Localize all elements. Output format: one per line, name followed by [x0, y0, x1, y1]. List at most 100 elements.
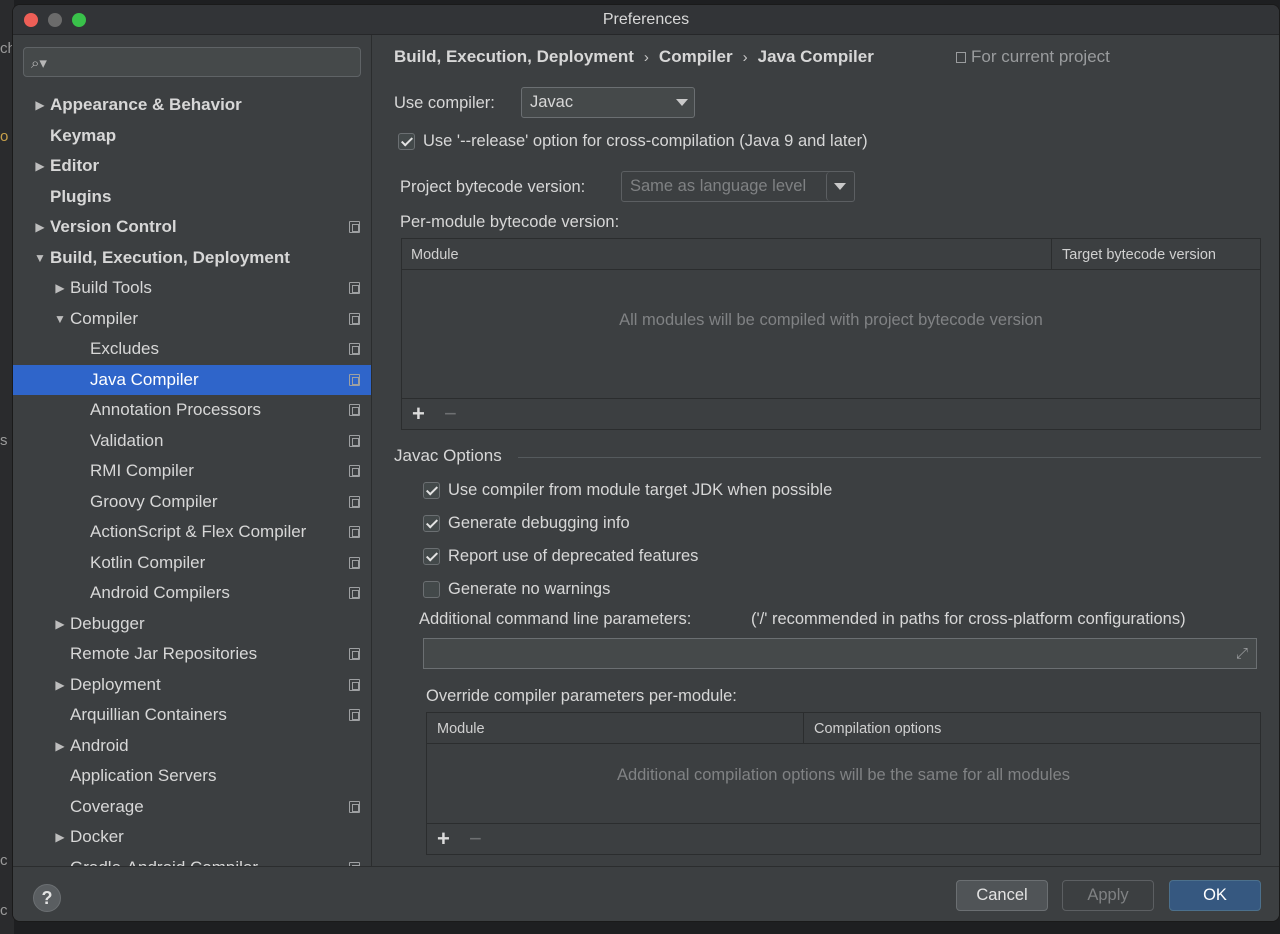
sidebar-item-label: Arquillian Containers [70, 705, 227, 724]
sidebar-item[interactable]: Kotlin Compiler [13, 548, 371, 579]
sidebar-item[interactable]: RMI Compiler [13, 456, 371, 487]
sidebar-item[interactable]: Remote Jar Repositories [13, 639, 371, 670]
sidebar-item[interactable]: ▼ Build, Execution, Deployment [13, 243, 371, 274]
sidebar-item[interactable]: ▶ Appearance & Behavior [13, 90, 371, 121]
sidebar-item[interactable]: Plugins [13, 182, 371, 213]
chevron-down-icon [676, 99, 688, 106]
ok-button[interactable]: OK [1169, 880, 1261, 911]
override-params-label: Override compiler parameters per-module: [426, 687, 737, 705]
sidebar-item-label: Keymap [50, 125, 117, 145]
settings-sidebar: ⌕▾ ▶ Appearance & Behavior Keymap ▶ Editor Pl… [13, 35, 372, 866]
desktop-fragment: s [0, 432, 8, 449]
section-divider [518, 457, 1261, 458]
sidebar-item[interactable]: ▶ Build Tools [13, 273, 371, 304]
sidebar-item[interactable]: ▶ Deployment [13, 670, 371, 701]
collapsed-arrow-icon[interactable]: ▶ [53, 670, 67, 701]
sidebar-item[interactable]: ▶ Debugger [13, 609, 371, 640]
sidebar-item[interactable]: Java Compiler [13, 364, 371, 395]
sidebar-item-label: Java Compiler [90, 369, 199, 389]
sidebar-item[interactable]: Excludes [13, 334, 371, 365]
project-scope-icon [349, 678, 360, 691]
module-jdk-checkbox[interactable] [423, 482, 440, 499]
sidebar-item-label: Deployment [70, 674, 161, 694]
scope-label: For current project [956, 47, 1110, 67]
sidebar-item[interactable]: ▼ Compiler [13, 304, 371, 335]
sidebar-item-label: Annotation Processors [90, 400, 262, 419]
release-option-checkbox[interactable] [398, 133, 415, 150]
table-header: Module Compilation options [427, 713, 1260, 744]
cmd-params-hint: ('/' recommended in paths for cross-plat… [751, 610, 1186, 628]
breadcrumb-item: Compiler [658, 47, 733, 66]
expanded-arrow-icon[interactable]: ▼ [53, 304, 67, 335]
deprecated-checkbox[interactable] [423, 548, 440, 565]
cmd-params-input[interactable]: ⤢ [423, 638, 1257, 669]
project-scope-icon [349, 587, 360, 599]
project-scope-icon [349, 648, 360, 660]
desktop-fragment: o [0, 128, 9, 145]
compiler-select[interactable]: Javac [521, 87, 695, 118]
no-warnings-checkbox[interactable] [423, 581, 440, 598]
preferences-window: Preferences ⌕▾ ▶ Appearance & Behavior Key… [12, 4, 1280, 922]
sidebar-item[interactable]: Keymap [13, 121, 371, 152]
bytecode-dropdown-button[interactable] [826, 172, 854, 201]
collapsed-arrow-icon[interactable]: ▶ [53, 731, 67, 762]
add-icon[interactable]: + [412, 401, 425, 427]
sidebar-item[interactable]: Application Servers [13, 761, 371, 792]
settings-tree: ▶ Appearance & Behavior Keymap ▶ Editor Plugi… [13, 90, 371, 867]
sidebar-item-label: RMI Compiler [90, 461, 194, 480]
remove-icon: − [444, 401, 457, 426]
debug-info-checkbox[interactable] [423, 515, 440, 532]
collapsed-arrow-icon[interactable]: ▶ [53, 822, 67, 853]
desktop-fragment: c [0, 902, 8, 919]
sidebar-item[interactable]: Gradle-Android Compiler [13, 853, 371, 867]
sidebar-item[interactable]: ActionScript & Flex Compiler [13, 517, 371, 548]
column-header-module[interactable]: Module [437, 721, 485, 737]
bytecode-version-select[interactable]: Same as language level [621, 171, 855, 202]
settings-content: Build, Execution, Deployment › Compiler › Ja… [373, 35, 1279, 866]
use-compiler-label: Use compiler: [394, 94, 495, 112]
sidebar-item[interactable]: ▶ Docker [13, 822, 371, 853]
collapsed-arrow-icon[interactable]: ▶ [33, 212, 47, 243]
sidebar-item-label: Excludes [90, 339, 159, 358]
sidebar-item[interactable]: Annotation Processors [13, 395, 371, 426]
sidebar-item-label: Gradle-Android Compiler [70, 853, 258, 867]
expanded-arrow-icon[interactable]: ▼ [33, 243, 47, 274]
project-scope-icon [956, 52, 966, 63]
sidebar-item-label: Remote Jar Repositories [70, 644, 258, 663]
collapsed-arrow-icon[interactable]: ▶ [53, 273, 67, 304]
apply-button[interactable]: Apply [1062, 880, 1154, 911]
sidebar-item-label: Build, Execution, Deployment [50, 247, 290, 267]
sidebar-item[interactable]: ▶ Editor [13, 151, 371, 182]
sidebar-item[interactable]: ▶ Version Control [13, 212, 371, 243]
sidebar-item[interactable]: Validation [13, 426, 371, 457]
breadcrumb-item: Build, Execution, Deployment [394, 47, 634, 66]
scope-text: For current project [971, 47, 1110, 66]
collapsed-arrow-icon[interactable]: ▶ [33, 151, 47, 182]
settings-search-input[interactable]: ⌕▾ [23, 47, 361, 77]
column-header-module[interactable]: Module [411, 247, 459, 263]
column-header-target[interactable]: Target bytecode version [1062, 247, 1216, 263]
bytecode-version-value: Same as language level [630, 177, 807, 195]
sidebar-item[interactable]: Android Compilers [13, 578, 371, 609]
sidebar-item[interactable]: Coverage [13, 792, 371, 823]
table-toolbar: + − [402, 398, 1260, 429]
column-divider [803, 713, 804, 744]
javac-options-heading: Javac Options [394, 446, 502, 465]
add-icon[interactable]: + [437, 826, 450, 852]
collapsed-arrow-icon[interactable]: ▶ [53, 609, 67, 640]
remove-icon: − [469, 826, 482, 851]
table-header: Module Target bytecode version [402, 239, 1260, 270]
sidebar-item[interactable]: Groovy Compiler [13, 487, 371, 518]
project-scope-icon [349, 373, 360, 386]
column-header-options[interactable]: Compilation options [814, 721, 941, 737]
expand-icon[interactable]: ⤢ [1236, 645, 1248, 662]
sidebar-item[interactable]: Arquillian Containers [13, 700, 371, 731]
collapsed-arrow-icon[interactable]: ▶ [33, 90, 47, 121]
sidebar-item-label: Kotlin Compiler [90, 552, 206, 572]
project-scope-icon [349, 495, 360, 508]
sidebar-item[interactable]: ▶ Android [13, 731, 371, 762]
project-scope-icon [349, 343, 360, 355]
cancel-button[interactable]: Cancel [956, 880, 1048, 911]
help-button[interactable]: ? [33, 884, 61, 912]
deprecated-label: Report use of deprecated features [448, 547, 699, 565]
